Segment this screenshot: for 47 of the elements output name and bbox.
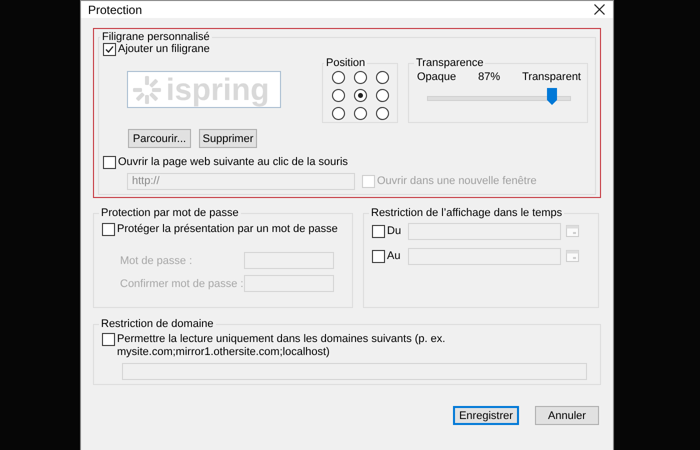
radio-button[interactable]	[354, 71, 367, 84]
checkbox[interactable]	[372, 225, 385, 238]
checkbox-label: Au	[387, 250, 400, 263]
checkbox[interactable]	[372, 250, 385, 263]
group-title: Protection par mot de passe	[100, 207, 240, 219]
group-title: Filigrane personnalisé	[101, 31, 211, 43]
domain-field[interactable]	[122, 363, 587, 380]
checkbox[interactable]	[102, 223, 115, 236]
checkbox[interactable]	[103, 156, 116, 169]
radio-button[interactable]	[376, 89, 389, 102]
slider-thumb[interactable]	[546, 88, 557, 105]
password-field[interactable]	[244, 252, 334, 269]
radio-button[interactable]	[354, 107, 367, 120]
checkbox-label: Du	[387, 225, 402, 238]
radio-button[interactable]	[332, 107, 345, 120]
radio-button[interactable]	[354, 89, 367, 102]
checkbox[interactable]	[103, 43, 116, 56]
date-field[interactable]	[408, 223, 561, 240]
slider-min-label: Opaque	[417, 71, 456, 84]
group-title: Position	[325, 57, 366, 69]
radio-button[interactable]	[332, 89, 345, 102]
browse-button[interactable]: Parcourir...	[128, 129, 191, 148]
slider-reading: 87%	[478, 71, 500, 84]
close-icon[interactable]	[594, 4, 605, 15]
group-title: Transparence	[415, 57, 484, 69]
radio-button[interactable]	[332, 71, 345, 84]
checkbox-label: Ouvrir la page web suivante au clic de la souris	[118, 156, 348, 169]
group-title: Restriction de l’affichage dans le temps	[370, 207, 564, 219]
password-field[interactable]	[244, 275, 334, 292]
checkbox[interactable]	[102, 333, 115, 346]
cancel-button[interactable]: Annuler	[535, 406, 599, 425]
slider-max-label: Transparent	[522, 71, 581, 84]
delete-button[interactable]: Supprimer	[199, 129, 257, 148]
field-label: Mot de passe :	[120, 254, 194, 266]
logo-icon	[132, 74, 162, 104]
checkbox-label: Permettre la lecture uniquement dans les domaines suivants (p. ex. mysite.com;mirror1.othersite.com;localhost)	[117, 333, 446, 359]
window-title: Protection	[88, 2, 142, 16]
save-button[interactable]: Enregistrer	[453, 406, 519, 425]
group-title: Restriction de domaine	[100, 318, 215, 330]
url-placeholder: http://	[132, 175, 160, 188]
radio-button[interactable]	[376, 107, 389, 120]
date-field[interactable]	[408, 248, 561, 265]
checkbox-label: Protéger la présentation par un mot de passe	[117, 223, 338, 236]
checkbox-label: Ajouter un filigrane	[118, 43, 210, 56]
radio-button[interactable]	[376, 71, 389, 84]
checkbox-label: Ouvrir dans une nouvelle fenêtre	[377, 175, 537, 188]
field-label: Confirmer mot de passe :	[120, 278, 244, 290]
